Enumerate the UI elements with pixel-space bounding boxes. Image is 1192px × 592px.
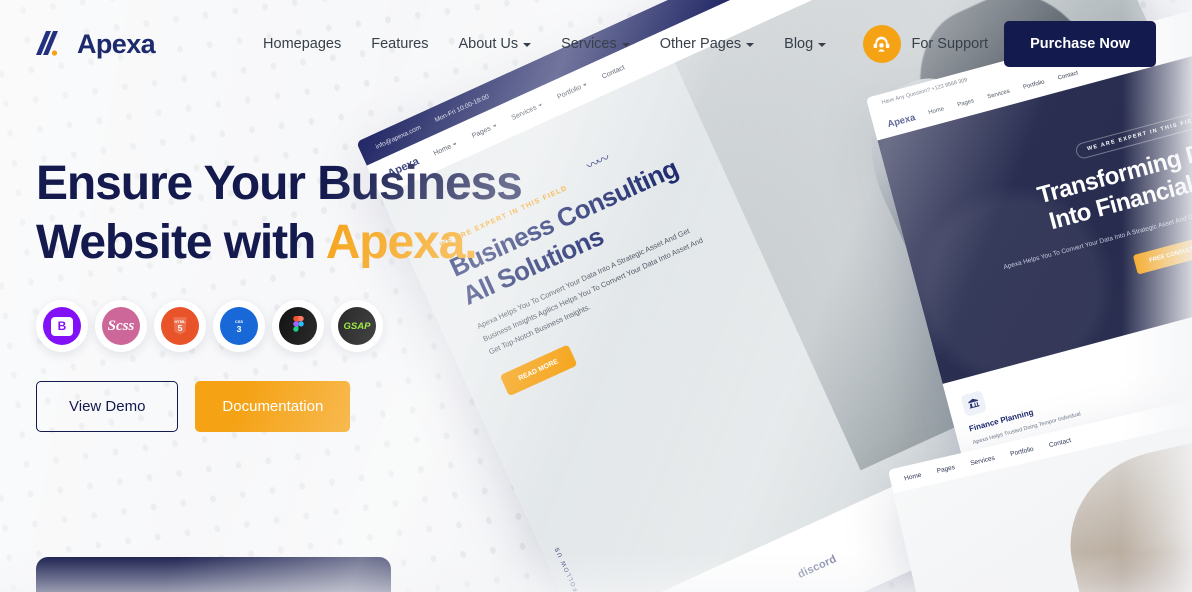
bootstrap-icon: B: [43, 307, 81, 346]
headset-support-icon: [862, 25, 901, 63]
mockup-third-nav-pages[interactable]: Pages: [936, 463, 956, 474]
svg-text:5: 5: [178, 323, 183, 333]
chevron-down-icon: [621, 43, 630, 47]
brand-logo-discord: discord: [795, 553, 839, 582]
html5-icon: HTML 5: [161, 307, 199, 346]
documentation-button[interactable]: Documentation: [195, 381, 351, 433]
bootstrap-badge[interactable]: B: [36, 300, 88, 353]
mockup-third-nav-home[interactable]: Home: [904, 471, 922, 482]
figma-icon: [279, 307, 317, 346]
primary-navigation: Homepages Features About Us Services Oth…: [263, 36, 827, 52]
nav-item-about-us[interactable]: About Us: [458, 36, 532, 52]
mockup-finance-nav-pages[interactable]: Pages: [957, 98, 975, 108]
nav-item-homepages[interactable]: Homepages: [263, 36, 341, 52]
chevron-down-icon: [492, 124, 497, 128]
mockup-finance-consult-button[interactable]: FREE CONSULTING: [1132, 233, 1192, 276]
mockup-finance-logo[interactable]: Apexa: [886, 112, 916, 130]
apexa-logo-mark-icon: [36, 29, 70, 59]
chevron-down-icon: [523, 43, 532, 47]
nav-item-other-pages[interactable]: Other Pages: [660, 36, 755, 52]
site-logo[interactable]: Apexa: [36, 28, 156, 60]
gsap-badge[interactable]: GSAP: [331, 300, 383, 353]
site-header: Apexa Homepages Features About Us Servic…: [0, 0, 1192, 88]
support-block[interactable]: For Support: [862, 25, 989, 63]
site-logo-text: Apexa: [77, 28, 156, 59]
hero-title-line1: Ensure Your Business: [36, 157, 523, 210]
purchase-now-button[interactable]: Purchase Now: [1004, 21, 1156, 67]
bottom-navy-panel: [36, 557, 391, 592]
squiggle-decoration: 〰〰: [584, 150, 611, 174]
nav-item-blog[interactable]: Blog: [784, 36, 827, 52]
chevron-down-icon: [538, 103, 543, 108]
mockup-third-nav-services[interactable]: Services: [970, 454, 996, 466]
css3-badge[interactable]: CSS 3: [213, 300, 265, 353]
hero-section: Ensure Your Business Website with Apexa.…: [36, 155, 523, 433]
mockup-main-nav-pages[interactable]: Pages: [471, 122, 498, 139]
css3-icon: CSS 3: [220, 307, 258, 346]
chevron-down-icon: [818, 43, 827, 47]
bank-icon: [960, 390, 988, 417]
mockup-finance-nav-services[interactable]: Services: [987, 89, 1011, 101]
sass-badge[interactable]: Scss: [95, 300, 147, 353]
hero-title-line2: Website with: [36, 215, 326, 269]
mockup-third-nav-portfolio[interactable]: Portfolio: [1009, 445, 1034, 457]
mockup-finance-nav-home[interactable]: Home: [928, 106, 945, 116]
gsap-icon: GSAP: [338, 307, 376, 346]
svg-text:3: 3: [237, 323, 242, 333]
hero-button-row: View Demo Documentation: [36, 381, 522, 433]
html5-badge[interactable]: HTML 5: [154, 300, 206, 353]
hero-title: Ensure Your Business Website with Apexa.: [36, 155, 523, 272]
chevron-down-icon: [746, 43, 755, 47]
view-demo-button[interactable]: View Demo: [36, 381, 179, 433]
mockup-third-nav-contact[interactable]: Contact: [1048, 437, 1071, 449]
nav-item-services[interactable]: Services: [561, 36, 630, 52]
figma-badge[interactable]: [272, 300, 324, 353]
sass-icon: Scss: [102, 307, 140, 346]
chevron-down-icon: [452, 142, 458, 146]
tech-badge-row: B Scss HTML 5 CSS 3 GSAP: [36, 300, 522, 353]
header-actions: For Support Purchase Now: [862, 21, 1156, 67]
nav-item-features[interactable]: Features: [371, 36, 428, 52]
mockup-main-nav-services[interactable]: Services: [510, 101, 543, 121]
mockup-main-follow-label: FOLLOW US: [554, 545, 580, 592]
support-label: For Support: [911, 36, 989, 52]
hero-title-accent: Apexa.: [325, 215, 478, 269]
